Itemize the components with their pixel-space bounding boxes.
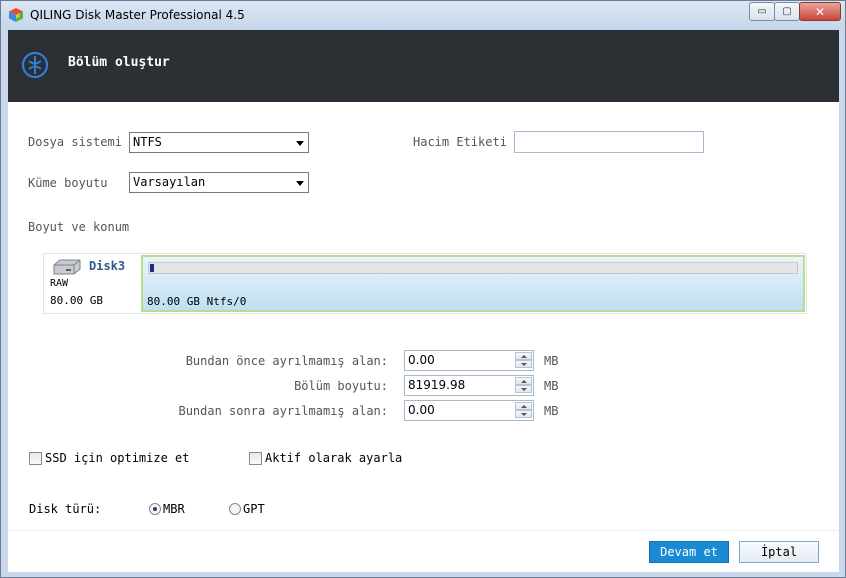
cluster-size-select[interactable]: Varsayılan <box>129 172 309 193</box>
footer-divider <box>8 530 839 531</box>
unallocated-before-label: Bundan önce ayrılmamış alan: <box>185 354 388 368</box>
gpt-label: GPT <box>243 502 265 516</box>
unallocated-before-input[interactable]: 0.00 <box>404 350 534 371</box>
page-title: Bölüm oluştur <box>68 55 170 70</box>
partition-label: 80.00 GB Ntfs/0 <box>147 295 247 308</box>
mbr-option[interactable]: MBR <box>149 502 185 516</box>
spin-up-icon[interactable] <box>515 402 532 410</box>
dialog-header: Bölüm oluştur <box>8 30 839 102</box>
partition-block[interactable]: 80.00 GB Ntfs/0 <box>141 255 805 312</box>
size-location-label: Boyut ve konum <box>28 220 130 234</box>
spin-down-icon[interactable] <box>515 410 532 418</box>
minimize-icon: ▭ <box>757 6 767 17</box>
partition-usage-bar <box>148 262 798 274</box>
unallocated-after-label: Bundan sonra ayrılmamış alan: <box>178 404 388 418</box>
window-title: QILING Disk Master Professional 4.5 <box>30 8 245 22</box>
mbr-radio[interactable] <box>149 503 161 515</box>
file-system-label: Dosya sistemi <box>28 135 122 149</box>
set-active-option[interactable]: Aktif olarak ayarla <box>249 451 402 465</box>
minimize-button[interactable]: ▭ <box>749 2 775 21</box>
spin-up-icon[interactable] <box>515 377 532 385</box>
chevron-down-icon <box>296 181 304 186</box>
cluster-size-value: Varsayılan <box>133 175 206 189</box>
spin-down-icon[interactable] <box>515 360 532 368</box>
volume-label-input[interactable] <box>514 131 704 153</box>
volume-label-label: Hacim Etiketi <box>413 135 507 149</box>
file-system-value: NTFS <box>133 135 162 149</box>
maximize-button[interactable]: ▢ <box>774 2 800 21</box>
dialog-content: Dosya sistemi NTFS Hacim Etiketi Küme bo… <box>8 102 839 572</box>
qiling-logo-icon <box>21 51 49 79</box>
close-button[interactable]: ✕ <box>799 2 841 21</box>
maximize-icon: ▢ <box>782 6 792 17</box>
partition-usage-fill <box>150 264 154 272</box>
mbr-label: MBR <box>163 502 185 516</box>
app-cube-icon <box>9 8 23 22</box>
gpt-option[interactable]: GPT <box>229 502 265 516</box>
cluster-size-label: Küme boyutu <box>28 176 108 190</box>
unit-label: MB <box>544 404 559 418</box>
spin-up-icon[interactable] <box>515 352 532 360</box>
next-button[interactable]: Devam et <box>649 541 729 563</box>
disk-type: RAW <box>50 278 69 289</box>
ssd-optimize-label: SSD için optimize et <box>45 451 190 465</box>
file-system-select[interactable]: NTFS <box>129 132 309 153</box>
unallocated-after-input[interactable]: 0.00 <box>404 400 534 421</box>
set-active-checkbox[interactable] <box>249 451 262 465</box>
disk-type-label: Disk türü: <box>29 502 102 516</box>
disk-map-panel: Disk3 RAW 80.00 GB 80.00 GB Ntfs/0 <box>43 253 807 314</box>
unit-label: MB <box>544 379 559 393</box>
spin-down-icon[interactable] <box>515 385 532 393</box>
gpt-radio[interactable] <box>229 503 241 515</box>
ssd-optimize-checkbox[interactable] <box>29 451 42 465</box>
partition-size-label: Bölüm boyutu: <box>294 379 388 393</box>
unit-label: MB <box>544 354 559 368</box>
partition-size-input[interactable]: 81919.98 <box>404 375 534 396</box>
ssd-optimize-option[interactable]: SSD için optimize et <box>29 451 190 465</box>
unallocated-before-value: 0.00 <box>408 353 435 367</box>
partition-size-value: 81919.98 <box>408 378 466 392</box>
close-icon: ✕ <box>814 4 826 19</box>
unallocated-after-value: 0.00 <box>408 403 435 417</box>
window-controls: ▭ ▢ ✕ <box>749 2 841 21</box>
disk-name: Disk3 <box>89 259 126 273</box>
chevron-down-icon <box>296 141 304 146</box>
title-bar[interactable]: QILING Disk Master Professional 4.5 ▭ ▢ … <box>1 1 845 30</box>
set-active-label: Aktif olarak ayarla <box>265 451 403 465</box>
disk-size: 80.00 GB <box>50 294 103 307</box>
hard-disk-icon <box>53 259 81 275</box>
app-window: QILING Disk Master Professional 4.5 ▭ ▢ … <box>0 0 846 578</box>
cancel-button[interactable]: İptal <box>739 541 819 563</box>
